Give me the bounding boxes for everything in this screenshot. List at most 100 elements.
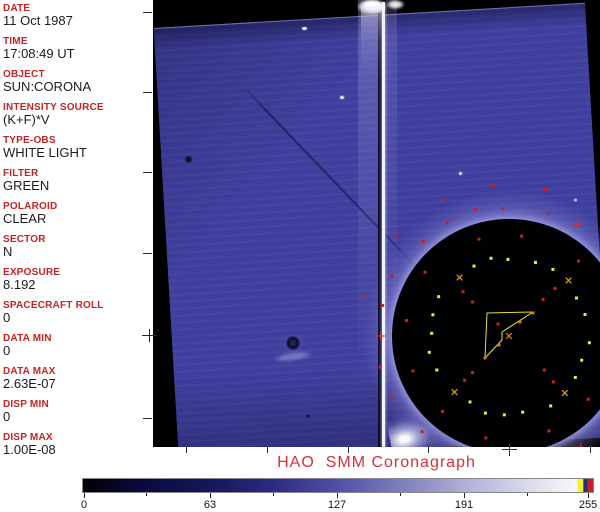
spoke-dot xyxy=(463,378,467,382)
overlay-markers xyxy=(361,184,591,447)
sun-center-marker xyxy=(505,332,513,340)
spoke-dot xyxy=(551,380,555,384)
edge-tick xyxy=(143,172,152,173)
colorbar-label: 191 xyxy=(454,499,474,511)
ring-dot xyxy=(445,221,449,225)
ring-dot xyxy=(411,369,415,373)
ring-dot xyxy=(520,234,524,238)
metadata-field: OBJECT SUN:CORONA xyxy=(3,69,151,93)
edge-tick xyxy=(590,446,591,453)
star-speck xyxy=(340,96,344,99)
outer-dot xyxy=(395,233,399,237)
field-value: WHITE LIGHT xyxy=(3,145,87,160)
ring-dot xyxy=(391,394,395,398)
spoke-dot xyxy=(542,368,546,372)
colorbar-minor-tick xyxy=(400,493,401,496)
colorbar-tick xyxy=(337,493,338,498)
metadata-field: DATE 11 Oct 1987 xyxy=(3,3,151,27)
ring-plus-marker xyxy=(573,220,582,229)
edge-tick xyxy=(348,446,349,453)
field-value: SUN:CORONA xyxy=(3,79,92,94)
colorbar-tick xyxy=(84,493,85,498)
edge-plus-fiducial xyxy=(149,329,150,342)
ring-dot xyxy=(587,341,591,345)
ring-dot xyxy=(477,237,481,241)
field-value: 0 xyxy=(3,343,11,358)
ring-x-marker xyxy=(561,389,569,397)
field-value: 0 xyxy=(3,310,11,325)
colorbar-minor-tick xyxy=(146,493,147,496)
star-speck xyxy=(302,27,307,30)
ring-dot xyxy=(430,331,434,335)
field-label: SECTOR xyxy=(3,234,46,245)
ring-dot xyxy=(421,239,425,243)
ring-dot xyxy=(551,267,555,271)
colorbar-label: 127 xyxy=(327,499,347,511)
spoke-dot xyxy=(553,286,557,290)
metadata-field: EXPOSURE 8.192 xyxy=(3,267,151,291)
edge-plus-fiducial xyxy=(502,449,517,450)
field-value: (K+F)*V xyxy=(3,112,50,127)
ring-dot xyxy=(435,368,439,372)
ring-x-marker xyxy=(451,388,458,396)
field-value: 8.192 xyxy=(3,277,36,292)
ring-dot xyxy=(506,257,510,261)
metadata-field: DISP MAX 1.00E-08 xyxy=(3,432,151,456)
outer-dot xyxy=(361,295,365,299)
ring-dot xyxy=(431,313,435,317)
spoke-dot xyxy=(541,297,545,301)
field-value: 0 xyxy=(3,409,11,424)
edge-tick xyxy=(143,12,152,13)
metadata-field: INTENSITY SOURCE (K+F)*V xyxy=(3,102,151,126)
contour-vertex-dot xyxy=(518,320,522,324)
colorbar-label: 255 xyxy=(578,499,598,511)
star-speck xyxy=(574,199,577,201)
intensity-colorbar xyxy=(82,478,594,493)
ring-x-marker xyxy=(456,274,463,281)
ring-dot xyxy=(502,413,506,417)
ring-dot xyxy=(586,397,590,401)
ring-dot xyxy=(576,259,580,263)
ring-dot xyxy=(440,409,444,413)
colorbar-tick xyxy=(210,493,211,498)
ring-dot xyxy=(573,375,577,379)
ring-dot xyxy=(381,303,385,307)
prominence-contour xyxy=(484,311,535,360)
colorbar-label: 0 xyxy=(80,499,88,511)
spoke-dot xyxy=(461,290,465,294)
ring-dot xyxy=(547,429,551,433)
ring-x-marker xyxy=(565,277,572,284)
coronagraph-image[interactable] xyxy=(153,0,600,447)
colorbar-tick xyxy=(588,493,589,498)
ring-dot xyxy=(473,208,477,212)
field-label: SPACECRAFT ROLL xyxy=(3,300,104,311)
field-label: DISP MIN xyxy=(3,399,49,410)
colorbar-tick xyxy=(464,493,465,498)
field-value: 2.63E-07 xyxy=(3,376,56,391)
metadata-field: SPACECRAFT ROLL 0 xyxy=(3,300,151,324)
edge-tick xyxy=(267,446,268,453)
star-speck xyxy=(459,172,462,175)
spoke-dot xyxy=(470,300,474,304)
dark-spot xyxy=(306,414,310,418)
field-label: DATA MIN xyxy=(3,333,52,344)
colorbar-minor-tick xyxy=(273,493,274,496)
contour-vertex-dot xyxy=(531,311,535,315)
metadata-field: DISP MIN 0 xyxy=(3,399,151,423)
field-value: 17:08:49 UT xyxy=(3,46,75,61)
metadata-field: FILTER GREEN xyxy=(3,168,151,192)
ring-plus-marker xyxy=(376,332,385,340)
image-title: HAO SMM Coronagraph xyxy=(277,454,476,471)
outer-dot xyxy=(544,187,548,191)
edge-tick xyxy=(186,446,187,453)
ring-dot xyxy=(546,211,550,215)
app-window: DATE 11 Oct 1987 TIME 17:08:49 UT OBJECT SUN:… xyxy=(0,0,600,512)
extra-dot xyxy=(496,322,500,326)
metadata-field: DATA MIN 0 xyxy=(3,333,151,357)
dark-spot xyxy=(184,156,193,163)
ring-dot xyxy=(533,260,537,264)
field-value: 1.00E-08 xyxy=(3,442,56,457)
metadata-field: SECTOR N xyxy=(3,234,151,258)
ring-dot xyxy=(549,404,553,408)
colorbar-label: 63 xyxy=(203,499,217,511)
